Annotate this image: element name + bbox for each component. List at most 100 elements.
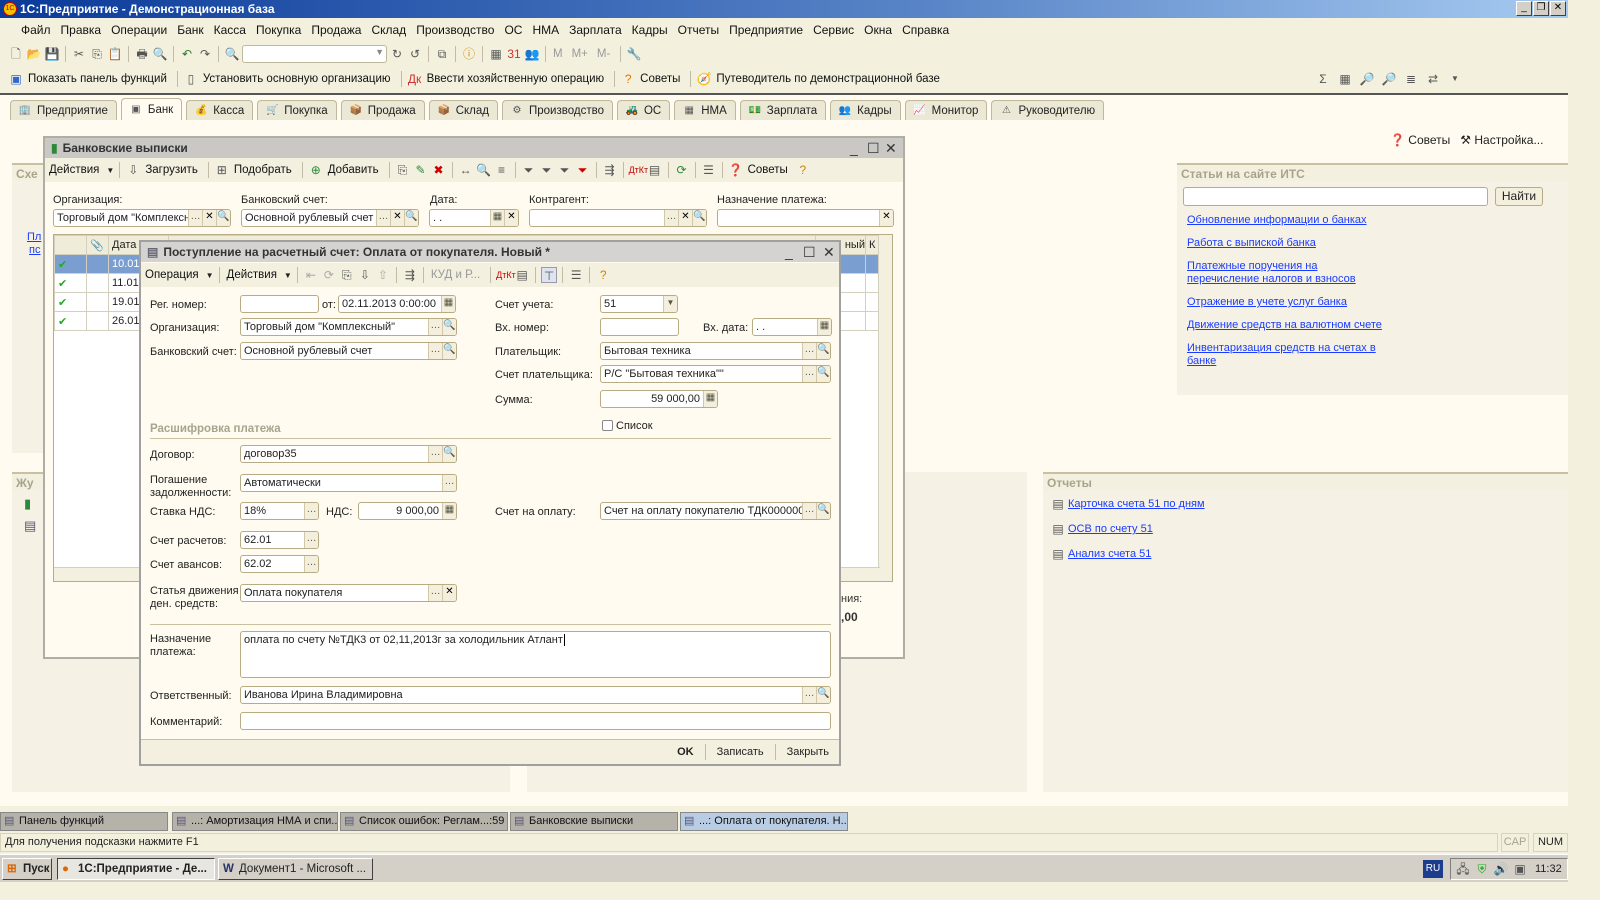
preview-icon[interactable]: 🔍 xyxy=(152,46,168,62)
show-function-panel-button[interactable]: Показать панель функций xyxy=(26,73,172,85)
menu-item[interactable]: НМА xyxy=(527,23,564,37)
save-icon[interactable]: 💾 xyxy=(44,46,60,62)
menu-item[interactable]: Предприятие xyxy=(724,23,808,37)
tips-button[interactable]: Советы xyxy=(746,164,793,176)
window-task[interactable]: ▤...: Оплата от покупателя. Н... xyxy=(680,812,848,831)
new-icon[interactable]: 🗋 xyxy=(8,46,24,62)
tab-3[interactable]: 🛒 Покупка xyxy=(257,100,337,120)
org-filter-field[interactable]: Торговый дом "Комплексный"… ✕ 🔍 xyxy=(53,209,231,227)
clear-filter-icon[interactable]: ⏷ xyxy=(575,162,591,178)
menu-item[interactable]: Зарплата xyxy=(564,23,627,37)
unpost-icon[interactable]: ⇧ xyxy=(375,267,391,283)
tab-9[interactable]: 💵 Зарплата xyxy=(739,100,827,120)
table-report-icon[interactable]: ▦ xyxy=(1337,71,1353,87)
left-link[interactable]: Пл xyxy=(27,231,41,243)
analysis-report-icon[interactable]: 🔎 xyxy=(1359,71,1375,87)
redo-icon[interactable]: ↷ xyxy=(197,46,213,62)
search-report-icon[interactable]: 🔎 xyxy=(1381,71,1397,87)
bank-account-field[interactable]: Основной рублевый счет… 🔍 xyxy=(240,342,457,360)
incoming-date-field[interactable]: . . ▦ xyxy=(752,318,832,336)
tab-0[interactable]: 🏢 Предприятие xyxy=(10,100,117,120)
find-button[interactable]: Найти xyxy=(1495,187,1543,206)
close-button[interactable]: ✕ xyxy=(1550,1,1566,16)
its-link[interactable]: Отражение в учете услуг банка xyxy=(1187,296,1387,309)
based-on-icon[interactable]: ⇶ xyxy=(602,162,618,178)
help-icon[interactable]: ? xyxy=(795,162,811,178)
shield-icon[interactable]: ⛨ xyxy=(1474,861,1490,877)
left-link[interactable]: пс xyxy=(29,244,40,256)
help-icon[interactable]: ? xyxy=(595,267,611,283)
desktop-tips-button[interactable]: ❓ Советы xyxy=(1390,133,1450,147)
tips-button[interactable]: Советы xyxy=(638,73,685,85)
minimize-button[interactable]: _ xyxy=(1516,1,1532,16)
menu-item[interactable]: Операции xyxy=(106,23,172,37)
tab-6[interactable]: ⚙ Производство xyxy=(502,100,613,120)
open-icon[interactable]: 📂 xyxy=(26,46,42,62)
maximize-button[interactable]: ☐ xyxy=(803,244,816,261)
structure-icon[interactable]: ☰ xyxy=(568,267,584,283)
interval-icon[interactable]: ↔ xyxy=(458,162,474,178)
tab-5[interactable]: 📦 Склад xyxy=(428,100,498,120)
sort-icon[interactable]: ≡ xyxy=(494,162,510,178)
journal-icon[interactable]: ▤ xyxy=(647,162,663,178)
invoice-field[interactable]: Счет на оплату покупателю ТДК000000… 🔍 xyxy=(600,502,831,520)
date-field[interactable]: 02.11.2013 0:00:00 ▦ xyxy=(338,295,456,313)
save-button[interactable]: Записать xyxy=(713,746,768,758)
menu-item[interactable]: ОС xyxy=(499,23,527,37)
ledger-account-select[interactable]: 51 ▼ xyxy=(600,295,678,313)
add-button[interactable]: Добавить xyxy=(326,164,384,176)
hierarchy-icon[interactable]: ⊤ xyxy=(541,267,558,283)
chart-report-icon[interactable]: ⇄ xyxy=(1425,71,1441,87)
menu-item[interactable]: Касса xyxy=(209,23,251,37)
search-input[interactable]: ▼ xyxy=(242,45,387,63)
copy-icon[interactable]: ⎘ xyxy=(395,162,411,178)
its-link[interactable]: Обновление информации о банках xyxy=(1187,214,1387,227)
memory-plus-button[interactable]: M+ xyxy=(570,48,593,60)
comment-field[interactable] xyxy=(240,712,831,730)
structure-icon[interactable]: ☰ xyxy=(701,162,717,178)
settlement-account-field[interactable]: 62.01… xyxy=(240,531,319,549)
advance-account-field[interactable]: 62.02… xyxy=(240,555,319,573)
find-next-icon[interactable]: ↻ xyxy=(389,46,405,62)
tab-4[interactable]: 📦 Продажа xyxy=(340,100,425,120)
report-link[interactable]: Анализ счета 51 xyxy=(1068,548,1151,560)
memory-minus-button[interactable]: M- xyxy=(595,48,615,60)
report-link[interactable]: ОСВ по счету 51 xyxy=(1068,523,1153,535)
post-and-close-icon[interactable]: ⇤ xyxy=(303,267,319,283)
operation-menu[interactable]: Операция xyxy=(143,269,204,281)
menu-item[interactable]: Покупка xyxy=(251,23,306,37)
menu-item[interactable]: Отчеты xyxy=(673,23,724,37)
taskbar-item-1c[interactable]: ● 1С:Предприятие - Де... xyxy=(57,858,215,880)
tab-10[interactable]: 👥 Кадры xyxy=(830,100,901,120)
network-icon[interactable]: 🖧 xyxy=(1455,861,1471,877)
menu-item[interactable]: Правка xyxy=(56,23,107,37)
delete-icon[interactable]: ✖ xyxy=(431,162,447,178)
paste-icon[interactable]: 📋 xyxy=(107,46,123,62)
incoming-number-field[interactable] xyxy=(600,318,679,336)
vat-amount-field[interactable]: 9 000,00 ▦ xyxy=(358,502,457,520)
contract-field[interactable]: договор35… 🔍 xyxy=(240,445,457,463)
window-task[interactable]: ▤ Панель функций xyxy=(0,812,168,831)
text-report-icon[interactable]: ≣ xyxy=(1403,71,1419,87)
window-task[interactable]: ▤ Список ошибок: Реглам...:59 xyxy=(340,812,508,831)
users-icon[interactable]: 👥 xyxy=(524,46,540,62)
window-task[interactable]: ▤...: Амортизация НМА и спи... xyxy=(172,812,338,831)
journal-icon[interactable]: ▤ xyxy=(514,267,530,283)
kud-button[interactable]: КУД и Р... xyxy=(429,269,485,281)
minimize-button[interactable]: _ xyxy=(785,244,793,260)
menu-item[interactable]: Файл xyxy=(16,23,56,37)
tab-2[interactable]: 💰 Касса xyxy=(186,100,254,120)
cut-icon[interactable]: ✂ xyxy=(71,46,87,62)
edit-icon[interactable]: ✎ xyxy=(413,162,429,178)
tab-11[interactable]: 📈 Монитор xyxy=(904,100,988,120)
organization-field[interactable]: Торговый дом "Комплексный"… 🔍 xyxy=(240,318,457,336)
postings-icon[interactable]: ДтКт xyxy=(496,267,516,283)
close-button[interactable]: ✕ xyxy=(885,140,897,157)
report-link[interactable]: Карточка счета 51 по дням xyxy=(1068,498,1205,510)
menu-item[interactable]: Склад xyxy=(366,23,411,37)
payer-field[interactable]: Бытовая техника… 🔍 xyxy=(600,342,831,360)
ok-button[interactable]: OK xyxy=(673,746,698,758)
copy-icon[interactable]: ⎘ xyxy=(89,46,105,62)
restore-button[interactable]: ❐ xyxy=(1533,1,1549,16)
vertical-scrollbar[interactable] xyxy=(878,235,892,581)
